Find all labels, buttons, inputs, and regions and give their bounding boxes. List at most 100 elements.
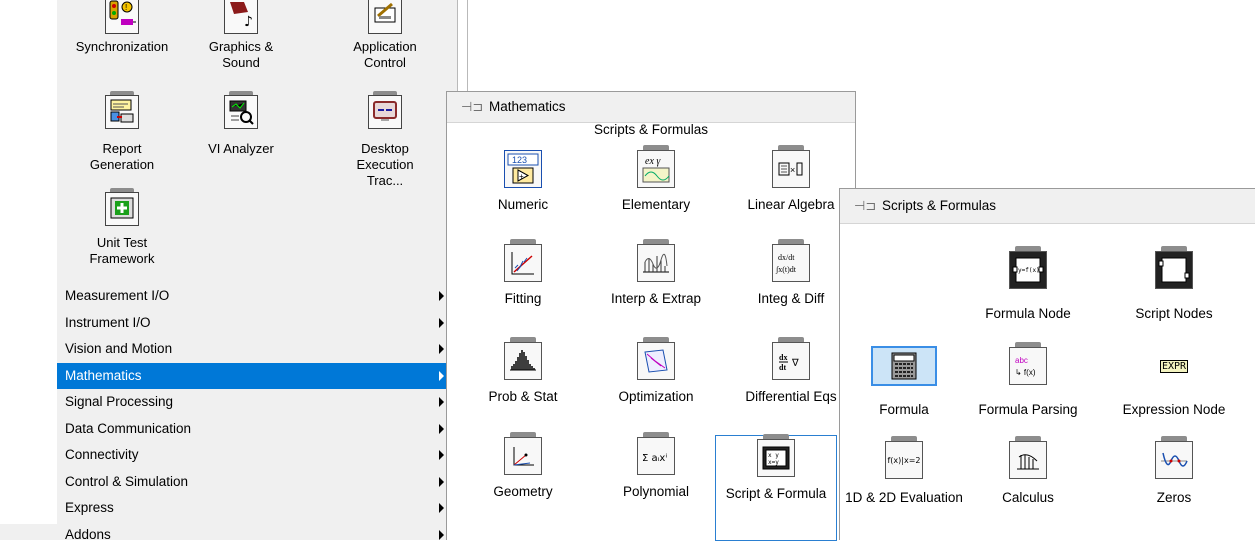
math-item-integ-diff[interactable]: dx/dt∫x(t)dt Integ & Diff — [727, 244, 855, 307]
category-item-express[interactable]: Express — [57, 495, 457, 522]
math-item-differential-eqs[interactable]: dxdt ∇ Differential Eqs — [727, 342, 855, 405]
script-item-label: Script Nodes — [1110, 305, 1238, 322]
category-item-vision-motion[interactable]: Vision and Motion — [57, 336, 457, 363]
submenu-arrow-icon — [439, 424, 444, 434]
palette-item-report-generation[interactable]: Report Generation — [74, 95, 170, 173]
evaluation-1d-2d-icon: f(x)|x=2 — [885, 441, 923, 479]
calculus-icon — [1009, 441, 1047, 479]
scripts-formulas-header: ⊣⊐ Scripts & Formulas — [840, 189, 1255, 224]
script-item-expression-node[interactable]: EXPR Expression Node — [1110, 347, 1238, 418]
math-item-linear-algebra[interactable]: × Linear Algebra — [727, 150, 855, 213]
svg-text:♪: ♪ — [244, 14, 253, 28]
script-item-label: Expression Node — [1110, 401, 1238, 418]
submenu-arrow-icon — [439, 530, 444, 540]
category-item-mathematics[interactable]: Mathematics — [57, 363, 457, 390]
math-item-numeric[interactable]: 123+ Numeric — [459, 150, 587, 213]
math-item-interp-extrap[interactable]: Interp & Extrap — [592, 244, 720, 307]
submenu-arrow-icon — [439, 477, 444, 487]
category-item-addons[interactable]: Addons — [57, 522, 457, 548]
script-item-formula-node[interactable]: y=f(x) Formula Node — [964, 251, 1092, 322]
formula-parsing-glyph-bottom: ↳ f(x) — [1015, 368, 1036, 377]
math-item-geometry[interactable]: Geometry — [459, 437, 587, 500]
differential-eqs-icon: dxdt ∇ — [772, 342, 810, 380]
svg-text:x y: x y — [768, 452, 779, 459]
application-control-icon — [368, 0, 402, 34]
pin-icon[interactable]: ⊣⊐ — [854, 189, 876, 223]
script-item-zeros[interactable]: Zeros — [1110, 441, 1238, 506]
formula-icon — [872, 347, 936, 385]
palette-item-synchronization[interactable]: ! Synchronization — [74, 0, 170, 55]
submenu-arrow-icon — [439, 450, 444, 460]
math-item-label: Differential Eqs — [727, 388, 855, 405]
svg-text:∇: ∇ — [791, 358, 799, 369]
fitting-icon — [504, 244, 542, 282]
integ-diff-glyph-top: dx/dt — [778, 253, 795, 262]
math-item-prob-stat[interactable]: Prob & Stat — [459, 342, 587, 405]
script-item-script-nodes[interactable]: Script Nodes — [1110, 251, 1238, 322]
palette-item-label: Graphics & Sound — [193, 39, 289, 71]
math-item-elementary[interactable]: ex γ Elementary — [592, 150, 720, 213]
math-item-optimization[interactable]: Optimization — [592, 342, 720, 405]
polynomial-icon: Σ aᵢxⁱ — [637, 437, 675, 475]
math-item-polynomial[interactable]: Σ aᵢxⁱ Polynomial — [592, 437, 720, 500]
script-item-label: 1D & 2D Evaluation — [840, 489, 968, 506]
palette-item-application-control[interactable]: Application Control — [337, 0, 433, 71]
linear-algebra-icon: × — [772, 150, 810, 188]
category-label: Data Communication — [65, 421, 191, 436]
palette-item-graphics-sound[interactable]: ♪ Graphics & Sound — [193, 0, 289, 71]
math-item-label: Polynomial — [592, 483, 720, 500]
category-label: Vision and Motion — [65, 341, 172, 356]
script-item-formula[interactable]: Formula — [840, 347, 968, 418]
math-item-label: Interp & Extrap — [592, 290, 720, 307]
math-item-label: Linear Algebra — [727, 196, 855, 213]
scripts-formulas-title: Scripts & Formulas — [882, 189, 996, 223]
elementary-glyph: ex γ — [645, 156, 661, 167]
mathematics-header: ⊣⊐ Mathematics — [447, 92, 855, 123]
pin-icon[interactable]: ⊣⊐ — [461, 92, 483, 122]
palette-item-desktop-execution-trace[interactable]: Desktop Execution Trac... — [337, 95, 433, 189]
palette-item-label: Unit Test Framework — [74, 235, 170, 267]
submenu-arrow-icon — [439, 503, 444, 513]
math-item-fitting[interactable]: Fitting — [459, 244, 587, 307]
category-label: Connectivity — [65, 447, 139, 462]
geometry-icon — [504, 437, 542, 475]
math-item-label: Script & Formula — [716, 485, 836, 502]
unit-test-framework-icon — [105, 192, 139, 226]
optimization-icon — [637, 342, 675, 380]
math-item-script-formula[interactable]: x yx=y Script & Formula — [715, 435, 837, 541]
category-item-data-communication[interactable]: Data Communication — [57, 416, 457, 443]
vi-analyzer-icon — [224, 95, 258, 129]
svg-text:dt: dt — [779, 363, 786, 372]
category-label: Signal Processing — [65, 394, 173, 409]
category-item-measurement-io[interactable]: Measurement I/O — [57, 283, 457, 310]
math-item-label: Fitting — [459, 290, 587, 307]
palette-item-label: VI Analyzer — [193, 141, 289, 157]
expression-node-icon: EXPR — [1155, 347, 1193, 385]
submenu-arrow-icon — [439, 291, 444, 301]
math-item-label: Optimization — [592, 388, 720, 405]
palette-subtitle: Scripts & Formulas — [447, 122, 855, 137]
prob-stat-icon — [504, 342, 542, 380]
category-label: Mathematics — [65, 368, 142, 383]
zeros-icon — [1155, 441, 1193, 479]
script-formula-icon: x yx=y — [757, 439, 795, 477]
category-label: Addons — [65, 527, 111, 542]
submenu-arrow-icon — [439, 371, 444, 381]
palette-item-vi-analyzer[interactable]: VI Analyzer — [193, 95, 289, 157]
script-item-calculus[interactable]: Calculus — [964, 441, 1092, 506]
report-generation-icon — [105, 95, 139, 129]
submenu-arrow-icon — [439, 397, 444, 407]
svg-text:dx: dx — [779, 353, 787, 362]
script-item-formula-parsing[interactable]: abc↳ f(x) Formula Parsing — [964, 347, 1092, 418]
category-item-control-simulation[interactable]: Control & Simulation — [57, 469, 457, 496]
palette-item-unit-test-framework[interactable]: Unit Test Framework — [74, 192, 170, 267]
formula-parsing-glyph-top: abc — [1015, 356, 1028, 365]
category-item-signal-processing[interactable]: Signal Processing — [57, 389, 457, 416]
category-item-connectivity[interactable]: Connectivity — [57, 442, 457, 469]
desktop-execution-trace-icon — [368, 95, 402, 129]
category-item-instrument-io[interactable]: Instrument I/O — [57, 310, 457, 337]
submenu-arrow-icon — [439, 318, 444, 328]
category-label: Control & Simulation — [65, 474, 188, 489]
script-item-evaluation[interactable]: f(x)|x=2 1D & 2D Evaluation — [840, 441, 968, 506]
script-item-label: Zeros — [1110, 489, 1238, 506]
